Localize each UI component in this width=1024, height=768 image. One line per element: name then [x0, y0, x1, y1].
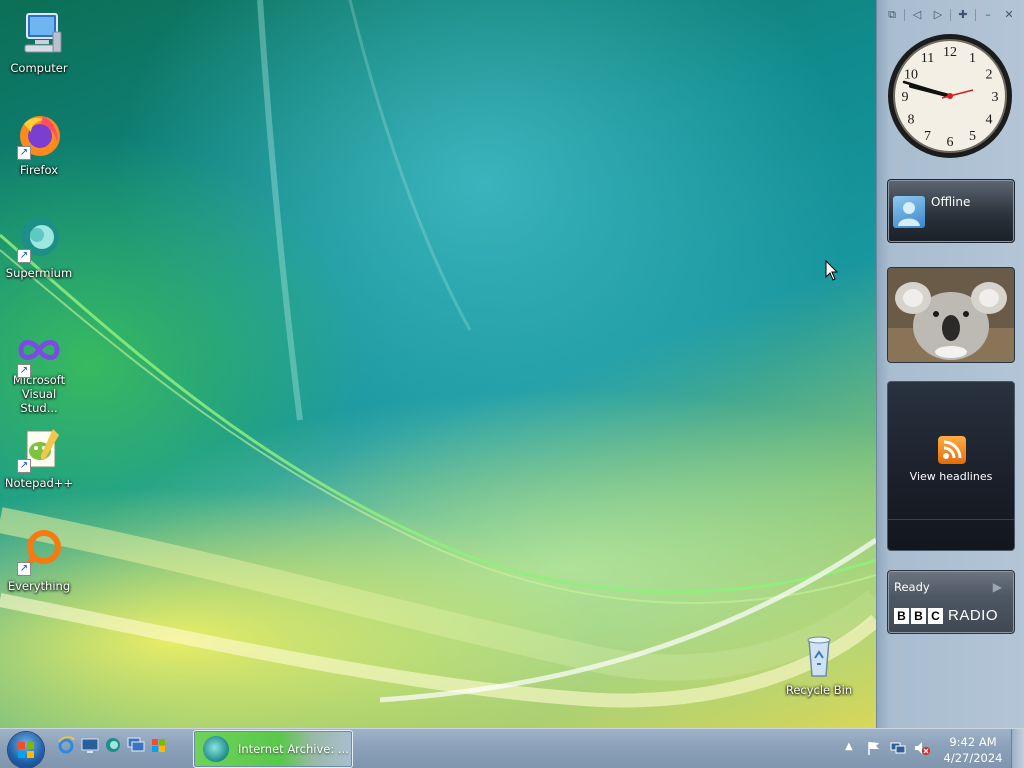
notepadpp-icon: ↗ [15, 425, 63, 473]
clock-numeral: 3 [992, 90, 999, 105]
wallpaper-swooshes [0, 0, 876, 708]
task-label: Internet Archive: ... [238, 742, 349, 756]
desktop-icon-label: Notepad++ [4, 476, 74, 490]
feed-divider [888, 519, 1014, 520]
show-hidden-icons-icon[interactable]: ▲ [845, 741, 853, 752]
clock-numeral: 8 [908, 113, 915, 128]
next-page-icon[interactable]: ▷ [929, 7, 947, 23]
windows-flag-icon[interactable] [150, 736, 168, 754]
taskbar-button-internet-archive[interactable]: Internet Archive: ... [193, 730, 353, 768]
shortcut-arrow-icon: ↗ [17, 249, 31, 263]
desktop-icon-label: Recycle Bin [785, 683, 853, 697]
supermium-icon [203, 736, 229, 762]
clock-numeral: 6 [947, 135, 954, 150]
network-icon[interactable] [890, 740, 906, 756]
supermium-quicklaunch-icon[interactable] [104, 736, 122, 754]
clock-numeral: 10 [904, 68, 918, 83]
previous-page-icon[interactable]: ◁ [908, 7, 926, 23]
clock-numeral: 4 [986, 113, 993, 128]
clock-time: 9:42 AM [949, 735, 997, 749]
clock-gadget[interactable]: 12 1 2 3 4 5 6 7 8 9 10 11 [887, 32, 1013, 160]
clock-numeral: 5 [969, 129, 976, 144]
radio-word: RADIO [948, 607, 999, 624]
desktop-icon-firefox[interactable]: ↗ Firefox [1, 112, 77, 177]
desktop[interactable]: Computer ↗ Firefox ↗ Supermium ↗ Microso… [0, 0, 876, 728]
add-gadget-icon[interactable]: ✚ [954, 7, 972, 23]
bring-gadgets-front-icon[interactable]: ⧉ [883, 7, 901, 23]
desktop-icon-computer[interactable]: Computer [1, 10, 77, 75]
view-headlines-link[interactable]: View headlines [888, 470, 1014, 483]
visual-studio-icon: ↗ [15, 330, 63, 378]
shortcut-arrow-icon: ↗ [17, 459, 31, 473]
clock-numeral: 9 [902, 90, 909, 105]
clock-date: 4/27/2024 [943, 751, 1003, 765]
mouse-cursor-icon [825, 259, 839, 286]
sidebar-toolbar: ⧉ ◁ ▷ ✚ – ✕ [883, 6, 1019, 24]
recycle-bin-icon [795, 632, 843, 680]
bbc-logo-letter: B [911, 607, 926, 624]
clock-numeral: 1 [969, 51, 976, 66]
show-desktop-icon[interactable] [81, 736, 99, 754]
windows-logo-icon [18, 742, 34, 758]
analog-clock-face: 12 12 3 456 78 9 1011 [888, 34, 1012, 158]
play-icon[interactable]: ▶ [993, 580, 1002, 594]
desktop-icon-label: Microsoft Visual Stud... [12, 373, 66, 415]
toolbar-divider [950, 9, 951, 21]
desktop-icon-label: Supermium [5, 266, 73, 280]
slideshow-gadget[interactable] [887, 267, 1015, 363]
rss-feed-icon [938, 436, 966, 464]
clock-numeral: 7 [924, 129, 931, 144]
shortcut-arrow-icon: ↗ [17, 364, 31, 378]
clock-numeral: 2 [986, 68, 993, 83]
volume-muted-icon[interactable] [914, 740, 930, 756]
taskbar-clock[interactable]: 9:42 AM 4/27/2024 [938, 734, 1008, 766]
radio-status: Ready [894, 580, 930, 594]
show-desktop-button[interactable] [1011, 729, 1024, 768]
switch-windows-icon[interactable] [127, 736, 145, 754]
bbc-radio-logo: B B C RADIO [894, 607, 998, 624]
everything-icon: ↗ [15, 528, 63, 576]
clock-numeral: 11 [921, 51, 934, 66]
contacts-gadget[interactable]: Offline [887, 179, 1015, 243]
computer-icon [15, 10, 63, 58]
desktop-icon-notepadpp[interactable]: ↗ Notepad++ [1, 425, 77, 490]
supermium-icon: ↗ [15, 215, 63, 263]
bbc-radio-gadget[interactable]: Ready ▶ B B C RADIO [887, 570, 1015, 634]
desktop-icon-label: Computer [10, 61, 68, 75]
toolbar-divider [975, 9, 976, 21]
contact-person-icon [893, 196, 925, 228]
internet-explorer-icon[interactable] [57, 736, 75, 754]
desktop-icon-supermium[interactable]: ↗ Supermium [1, 215, 77, 280]
offline-status: Offline [931, 195, 971, 209]
desktop-icon-visual-studio[interactable]: ↗ Microsoft Visual Stud... [1, 330, 77, 415]
bbc-logo-letter: B [894, 607, 909, 624]
clock-numeral: 12 [943, 45, 957, 60]
koala-photo [888, 268, 1014, 362]
desktop-icon-recycle-bin[interactable]: Recycle Bin [781, 632, 857, 697]
minimize-sidebar-icon[interactable]: – [979, 7, 997, 23]
desktop-icon-label: Firefox [19, 163, 59, 177]
feed-headlines-gadget[interactable]: View headlines [887, 381, 1015, 551]
shortcut-arrow-icon: ↗ [17, 146, 31, 160]
firefox-icon: ↗ [15, 112, 63, 160]
close-sidebar-icon[interactable]: ✕ [1000, 7, 1018, 23]
desktop-icon-everything[interactable]: ↗ Everything [1, 528, 77, 593]
start-button[interactable] [8, 732, 44, 768]
action-center-flag-icon[interactable] [866, 740, 882, 756]
desktop-icon-label: Everything [7, 579, 71, 593]
bbc-logo-letter: C [928, 607, 943, 624]
taskbar: Internet Archive: ... ▲ 9:42 AM 4/27/202… [0, 728, 1024, 768]
shortcut-arrow-icon: ↗ [17, 562, 31, 576]
toolbar-divider [904, 9, 905, 21]
windows-sidebar: ⧉ ◁ ▷ ✚ – ✕ 12 1 2 3 4 5 6 7 8 9 10 11 Offline [876, 0, 1024, 728]
